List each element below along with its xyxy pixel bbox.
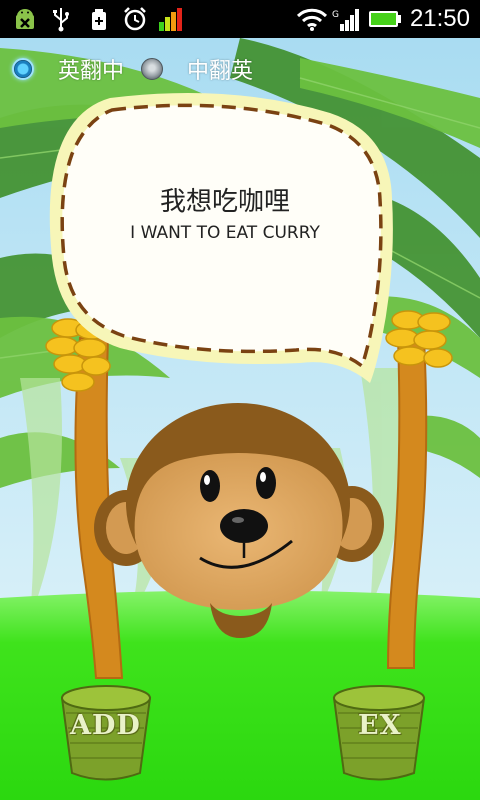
battery-saver-icon xyxy=(86,6,112,32)
radio-unselected-icon xyxy=(141,58,163,80)
english-text: I WANT TO EAT CURRY xyxy=(130,223,320,243)
usb-icon xyxy=(50,6,72,32)
radio-selected-icon xyxy=(12,58,34,80)
jungle-background xyxy=(0,38,480,800)
radio-en-to-cn[interactable]: 英翻中 xyxy=(12,52,124,86)
clock: 21:50 xyxy=(409,5,470,32)
battery-icon xyxy=(368,6,402,32)
android-debug-icon xyxy=(12,6,38,32)
chinese-text: 我想吃咖哩 xyxy=(159,187,290,217)
wifi-icon xyxy=(296,6,328,32)
ex-button[interactable]: EX xyxy=(358,710,402,741)
signal-bars-icon xyxy=(158,6,184,32)
radio-label-en-to-cn: 英翻中 xyxy=(58,59,125,84)
alarm-icon xyxy=(122,6,148,32)
add-button[interactable]: ADD xyxy=(70,710,141,741)
cell-signal-icon: G xyxy=(332,6,362,32)
status-bar: G 21:50 xyxy=(0,0,480,38)
svg-text:G: G xyxy=(332,10,339,20)
radio-cn-to-en[interactable]: 中翻英 xyxy=(141,52,253,86)
app-scene: 英翻中 中翻英 我想吃咖哩 I WANT TO EAT CURRY ADD EX xyxy=(0,38,480,800)
speech-bubble: 我想吃咖哩 I WANT TO EAT CURRY xyxy=(72,184,378,246)
radio-label-cn-to-en: 中翻英 xyxy=(187,59,254,84)
